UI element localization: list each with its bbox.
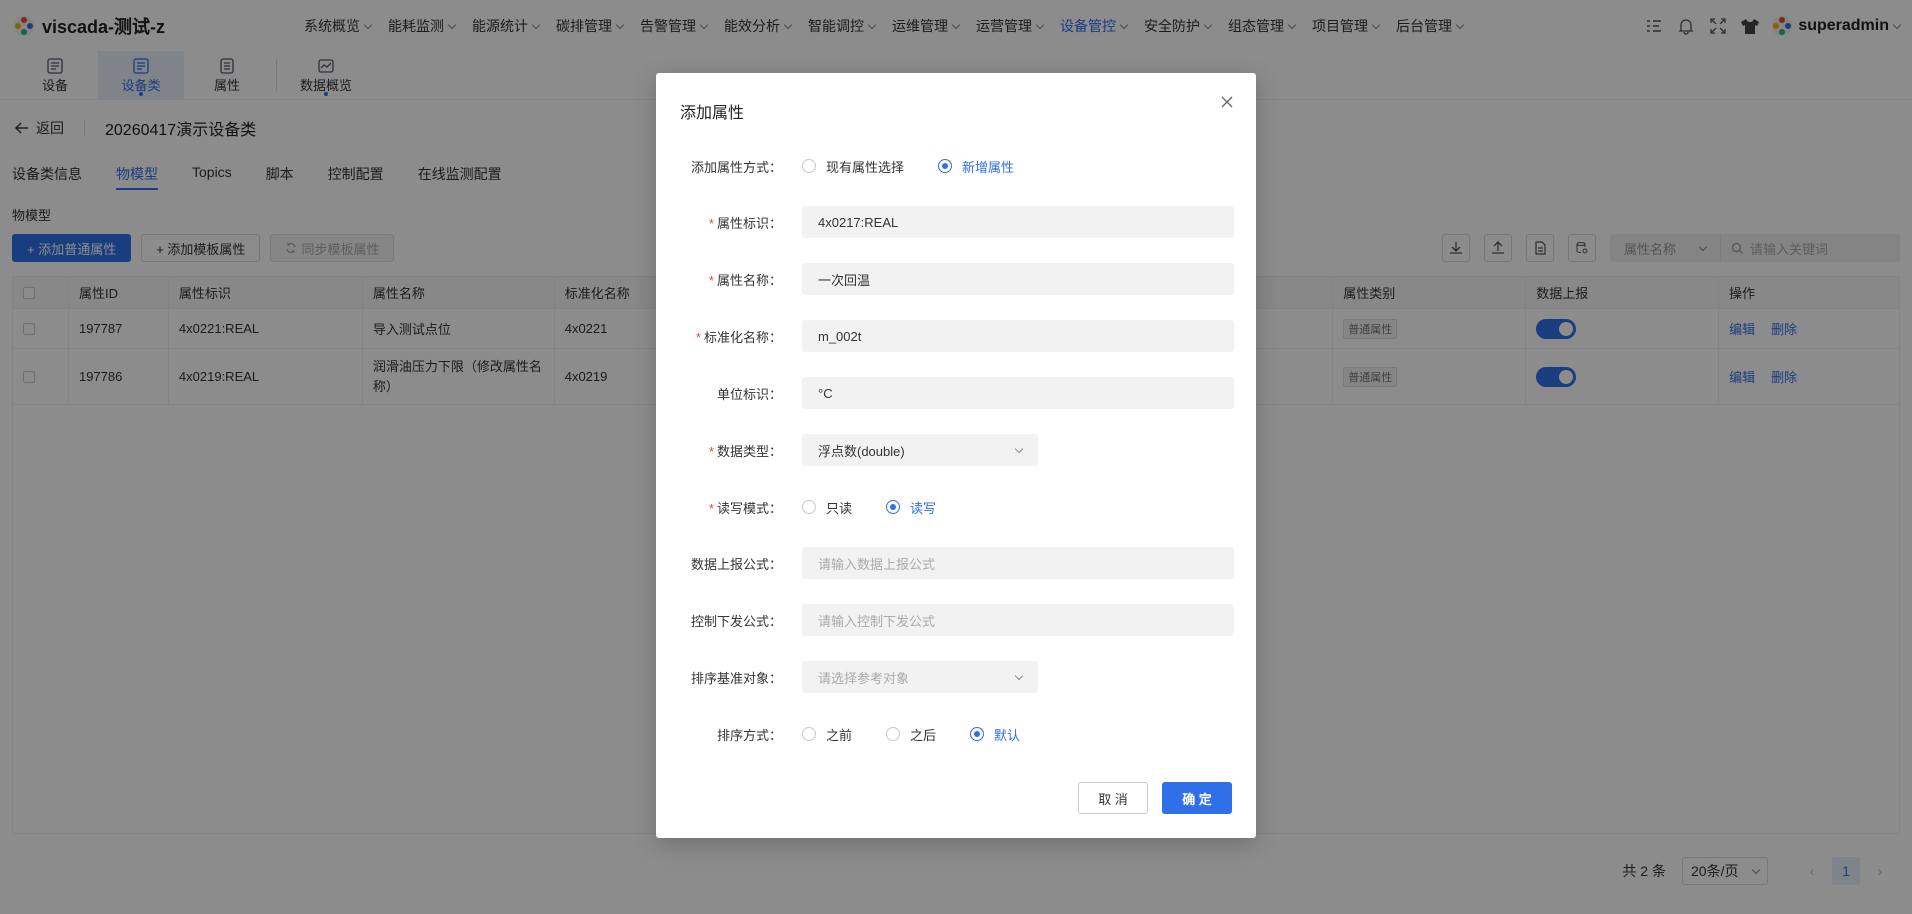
form-row-rw-mode: * 读写模式： 只读 读写 <box>656 490 1256 524</box>
rw-mode-label: 读写模式： <box>716 500 782 516</box>
dialog-title: 添加属性 <box>680 105 745 122</box>
ident-label: 属性标识： <box>716 215 782 231</box>
dialog-footer: 取 消 确 定 <box>1064 782 1232 814</box>
ident-input[interactable]: 4x0217:REAL <box>802 206 1234 238</box>
name-label: 属性名称： <box>716 272 782 288</box>
report-formula-input[interactable]: 请输入数据上报公式 <box>802 547 1234 579</box>
confirm-button[interactable]: 确 定 <box>1162 782 1232 814</box>
mode-label: 添加属性方式： <box>690 159 782 175</box>
cancel-button[interactable]: 取 消 <box>1078 782 1148 814</box>
sort-ref-label: 排序基准对象： <box>690 670 782 686</box>
sort-ref-select[interactable]: 请选择参考对象 <box>802 661 1038 693</box>
form-row-report-formula: 数据上报公式： 请输入数据上报公式 <box>656 546 1256 580</box>
form-row-sort-mode: 排序方式： 之前 之后 默认 <box>656 717 1256 751</box>
chevron-down-icon <box>1014 444 1024 453</box>
form-row-control-formula: 控制下发公式： 请输入控制下发公式 <box>656 603 1256 637</box>
radio-label: 之后 <box>910 727 937 743</box>
required-mark: * <box>708 443 714 459</box>
radio-label: 之前 <box>826 727 853 743</box>
chevron-down-icon <box>1014 671 1024 680</box>
mode-radio-group: 现有属性选择 新增属性 <box>802 157 1048 176</box>
radio-before[interactable]: 之前 <box>802 725 852 744</box>
form-row-data-type: * 数据类型： 浮点数(double) <box>656 433 1256 467</box>
data-type-select[interactable]: 浮点数(double) <box>802 434 1038 466</box>
radio-label: 新增属性 <box>962 159 1015 175</box>
sort-ref-placeholder: 请选择参考对象 <box>818 670 910 686</box>
form-row-std-name: * 标准化名称： m_002t <box>656 319 1256 353</box>
form-row-name: * 属性名称： 一次回温 <box>656 262 1256 296</box>
std-name-label: 标准化名称： <box>703 329 782 345</box>
data-type-value: 浮点数(double) <box>818 443 905 459</box>
radio-default[interactable]: 默认 <box>970 725 1020 744</box>
required-mark: * <box>708 500 714 516</box>
required-mark: * <box>695 329 701 345</box>
sort-radio-group: 之前 之后 默认 <box>802 725 1054 744</box>
required-mark: * <box>708 215 714 231</box>
control-formula-input[interactable]: 请输入控制下发公式 <box>802 604 1234 636</box>
radio-new-attribute[interactable]: 新增属性 <box>938 157 1014 176</box>
rw-radio-group: 只读 读写 <box>802 498 970 517</box>
radio-label: 只读 <box>826 500 853 516</box>
unit-input[interactable]: °C <box>802 377 1234 409</box>
form-row-ident: * 属性标识： 4x0217:REAL <box>656 205 1256 239</box>
name-input[interactable]: 一次回温 <box>802 263 1234 295</box>
radio-label: 读写 <box>910 500 937 516</box>
unit-label: 单位标识： <box>716 386 782 402</box>
form-row-sort-ref: 排序基准对象： 请选择参考对象 <box>656 660 1256 694</box>
required-mark: * <box>708 272 714 288</box>
radio-after[interactable]: 之后 <box>886 725 936 744</box>
radio-read-only[interactable]: 只读 <box>802 498 852 517</box>
radio-label: 现有属性选择 <box>826 159 905 175</box>
sort-mode-label: 排序方式： <box>716 727 782 743</box>
data-type-label: 数据类型： <box>716 443 782 459</box>
control-formula-label: 控制下发公式： <box>690 613 782 629</box>
radio-existing-attribute[interactable]: 现有属性选择 <box>802 157 904 176</box>
report-formula-label: 数据上报公式： <box>690 556 782 572</box>
form-row-mode: 添加属性方式： 现有属性选择 新增属性 <box>656 149 1256 183</box>
radio-label: 默认 <box>994 727 1021 743</box>
form-row-unit: 单位标识： °C <box>656 376 1256 410</box>
close-icon[interactable] <box>1220 95 1236 111</box>
add-attribute-dialog: 添加属性 添加属性方式： 现有属性选择 新增属性 * 属性标识： 4x0217:R… <box>656 73 1256 838</box>
radio-read-write[interactable]: 读写 <box>886 498 936 517</box>
std-name-input[interactable]: m_002t <box>802 320 1234 352</box>
